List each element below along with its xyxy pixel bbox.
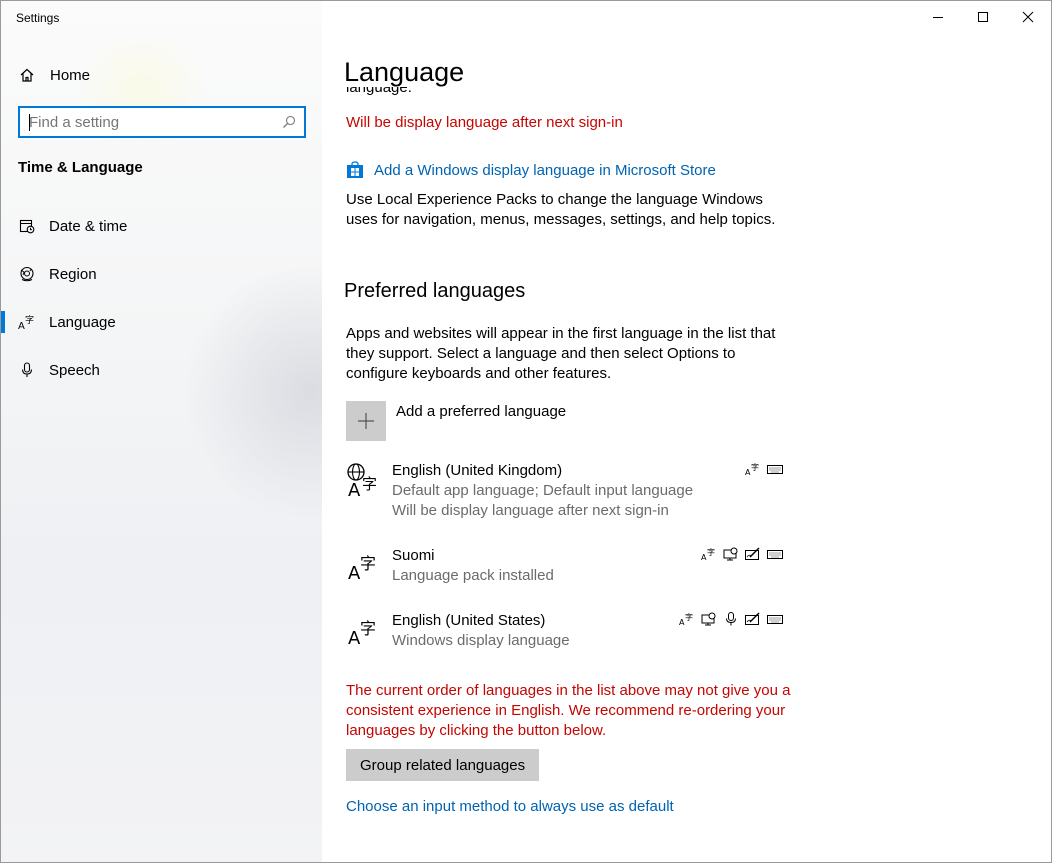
language-name: English (United States) <box>392 612 546 629</box>
svg-text:字: 字 <box>751 462 759 472</box>
minimize-button[interactable] <box>915 1 961 33</box>
store-link[interactable]: Add a Windows display language in Micros… <box>346 161 716 179</box>
sidebar-item-label: Date & time <box>49 217 128 235</box>
handwriting-icon <box>745 547 761 561</box>
svg-text:字: 字 <box>362 475 377 493</box>
sidebar: Settings Home Time & Language Date & tim… <box>1 1 322 862</box>
home-nav-item[interactable]: Home <box>18 63 90 87</box>
close-button[interactable] <box>1005 1 1051 33</box>
add-preferred-language-label: Add a preferred language <box>396 403 567 420</box>
language-status-secondary: Will be display language after next sign… <box>392 502 669 519</box>
plus-icon <box>358 413 374 429</box>
microphone-icon <box>723 612 739 626</box>
sidebar-item-label: Speech <box>49 361 100 379</box>
maximize-button[interactable] <box>960 1 1006 33</box>
text-caret <box>29 114 30 131</box>
search-icon[interactable] <box>282 115 296 134</box>
sidebar-item-language[interactable]: A字 Language <box>1 302 322 342</box>
keyboard-icon <box>767 547 783 561</box>
group-related-languages-button[interactable]: Group related languages <box>346 749 540 781</box>
language-features: A字 <box>745 462 783 476</box>
language-name: English (United Kingdom) <box>392 462 563 479</box>
svg-text:A: A <box>18 321 25 331</box>
close-icon <box>1022 11 1034 23</box>
sidebar-item-label: Language <box>49 313 116 331</box>
svg-text:字: 字 <box>707 547 715 557</box>
svg-text:字: 字 <box>25 314 34 326</box>
language-item-en-gb[interactable]: A字 English (United Kingdom) Default app … <box>346 462 791 524</box>
speech-recognition-icon <box>723 547 739 561</box>
sidebar-item-label: Region <box>49 265 97 283</box>
main-content: Language language. Will be display langu… <box>322 1 1051 862</box>
store-icon <box>346 161 364 179</box>
language-status: Language pack installed <box>392 567 554 584</box>
language-item-en-us[interactable]: A字 English (United States) Windows displ… <box>346 612 791 654</box>
speech-recognition-icon <box>701 612 717 626</box>
page-title: Language <box>344 57 465 87</box>
app-title: Settings <box>16 11 60 25</box>
svg-text:字: 字 <box>360 554 376 573</box>
svg-text:字: 字 <box>685 612 693 622</box>
store-link-label: Add a Windows display language in Micros… <box>374 161 716 179</box>
display-language-icon: A字 <box>745 462 761 476</box>
keyboard-icon <box>767 462 783 476</box>
language-icon: A字 <box>18 313 36 331</box>
search-input[interactable] <box>20 113 270 131</box>
search-box[interactable] <box>18 106 306 138</box>
minimize-icon <box>933 17 943 18</box>
display-language-icon: A字 <box>701 547 717 561</box>
microphone-icon <box>18 361 36 379</box>
home-icon <box>18 66 36 84</box>
language-status: Windows display language <box>392 632 570 649</box>
maximize-icon <box>978 12 988 22</box>
display-language-icon: A字 <box>679 612 695 626</box>
selection-indicator <box>1 311 5 333</box>
language-item-fi[interactable]: A字 Suomi Language pack installed A字 <box>346 547 791 589</box>
language-name: Suomi <box>392 547 435 564</box>
preferred-languages-heading: Preferred languages <box>344 280 526 302</box>
add-preferred-language-button[interactable]: Add a preferred language <box>346 401 566 441</box>
section-title: Time & Language <box>18 159 143 176</box>
store-description: Use Local Experience Packs to change the… <box>346 191 776 228</box>
svg-text:字: 字 <box>360 619 376 638</box>
preferred-languages-description: Apps and websites will appear in the fir… <box>346 325 776 382</box>
clipped-text-container: language. <box>346 87 646 103</box>
keyboard-icon <box>767 612 783 626</box>
sidebar-item-region[interactable]: Region <box>1 254 322 294</box>
display-language-globe-icon: A字 <box>346 462 382 501</box>
input-method-link[interactable]: Choose an input method to always use as … <box>346 798 674 815</box>
language-order-warning: The current order of languages in the li… <box>346 682 791 739</box>
language-icon: A字 <box>346 612 382 649</box>
globe-icon <box>18 265 36 283</box>
date-time-icon <box>18 217 36 235</box>
clipped-text: language. <box>346 87 412 96</box>
settings-window: Settings Home Time & Language Date & tim… <box>0 0 1052 863</box>
language-status: Default app language; Default input lang… <box>392 482 694 499</box>
display-language-warning: Will be display language after next sign… <box>346 114 623 131</box>
language-features: A字 <box>701 547 783 561</box>
handwriting-icon <box>745 612 761 626</box>
home-label: Home <box>50 66 91 84</box>
add-icon-box <box>346 401 386 441</box>
sidebar-item-date-time[interactable]: Date & time <box>1 206 322 246</box>
sidebar-item-speech[interactable]: Speech <box>1 350 322 390</box>
language-features: A字 <box>679 612 783 626</box>
language-icon: A字 <box>346 547 382 584</box>
svg-text:A: A <box>348 480 361 498</box>
